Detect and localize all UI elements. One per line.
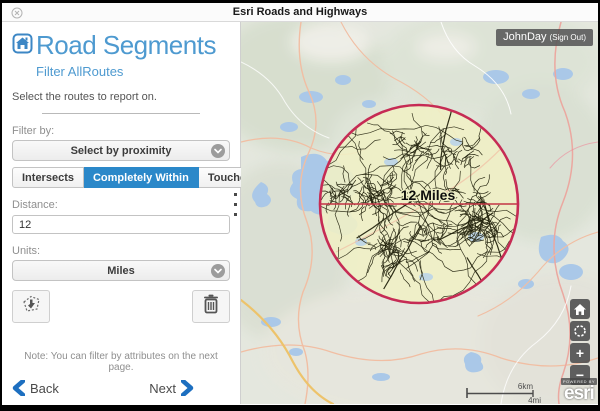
home-icon [12,33,33,59]
user-name: JohnDay [503,31,546,43]
distance-input[interactable] [12,215,230,234]
home-extent-button[interactable] [570,299,590,319]
map-controls: + − [570,299,590,385]
chevron-right-icon [181,380,194,396]
title-bar: Esri Roads and Highways [2,3,598,22]
back-button[interactable]: Back [12,380,59,396]
wizard-footer: Back Next [12,379,230,398]
esri-logo: esri [564,383,594,404]
map-view[interactable]: 12 Miles JohnDay (Sign Out) [241,22,598,404]
scale-imperial-label: 4mi [528,396,541,404]
next-button[interactable]: Next [149,380,194,396]
sign-out-label: (Sign Out) [550,33,586,42]
scale-metric-label: 6km [518,382,533,391]
user-signout-button[interactable]: JohnDay (Sign Out) [496,29,593,46]
trash-icon [201,293,221,320]
plus-icon: + [576,346,584,360]
app-title: Esri Roads and Highways [233,6,367,18]
proximity-mode-intersects[interactable]: Intersects [12,167,84,188]
zoom-in-button[interactable]: + [570,343,590,363]
proximity-mode-completely-within[interactable]: Completely Within [84,167,199,188]
delete-selection-button[interactable] [192,290,230,323]
basemap: 12 Miles [241,22,598,404]
locate-button[interactable] [570,321,590,341]
chevron-left-icon [12,380,25,396]
proximity-mode-group: Intersects Completely Within Touches Edg… [12,167,230,188]
chevron-down-icon [211,144,225,158]
close-icon[interactable] [11,6,23,18]
page-title: Road Segments [36,30,216,61]
back-label: Back [30,381,59,396]
locate-icon [573,324,587,338]
units-label: Units: [12,245,230,257]
units-value: Miles [107,265,135,277]
filter-method-value: Select by proximity [71,145,172,157]
panel-resize-handle[interactable] [234,193,237,216]
home-icon [574,304,586,315]
page-subtitle: Filter AllRoutes [36,64,230,79]
units-dropdown[interactable]: Miles [12,260,230,281]
scale-bar: 6km 4mi [465,380,545,404]
distance-label: Distance: [12,199,230,211]
buffer-distance-label: 12 Miles [401,187,456,203]
next-label: Next [149,381,176,396]
chevron-down-icon [211,264,225,278]
filter-method-dropdown[interactable]: Select by proximity [12,140,230,161]
esri-attribution: POWERED BY esri [561,378,597,404]
draw-polygon-icon [20,293,42,320]
divider [42,113,200,114]
description-text: Select the routes to report on. [12,91,230,103]
draw-selection-button[interactable] [12,290,50,323]
filter-by-label: Filter by: [12,125,230,137]
note-text: Note: You can filter by attributes on th… [12,351,230,373]
filter-panel: Road Segments Filter AllRoutes Select th… [2,22,241,404]
app-window: Esri Roads and Highways Road Segments Fi… [0,0,600,411]
